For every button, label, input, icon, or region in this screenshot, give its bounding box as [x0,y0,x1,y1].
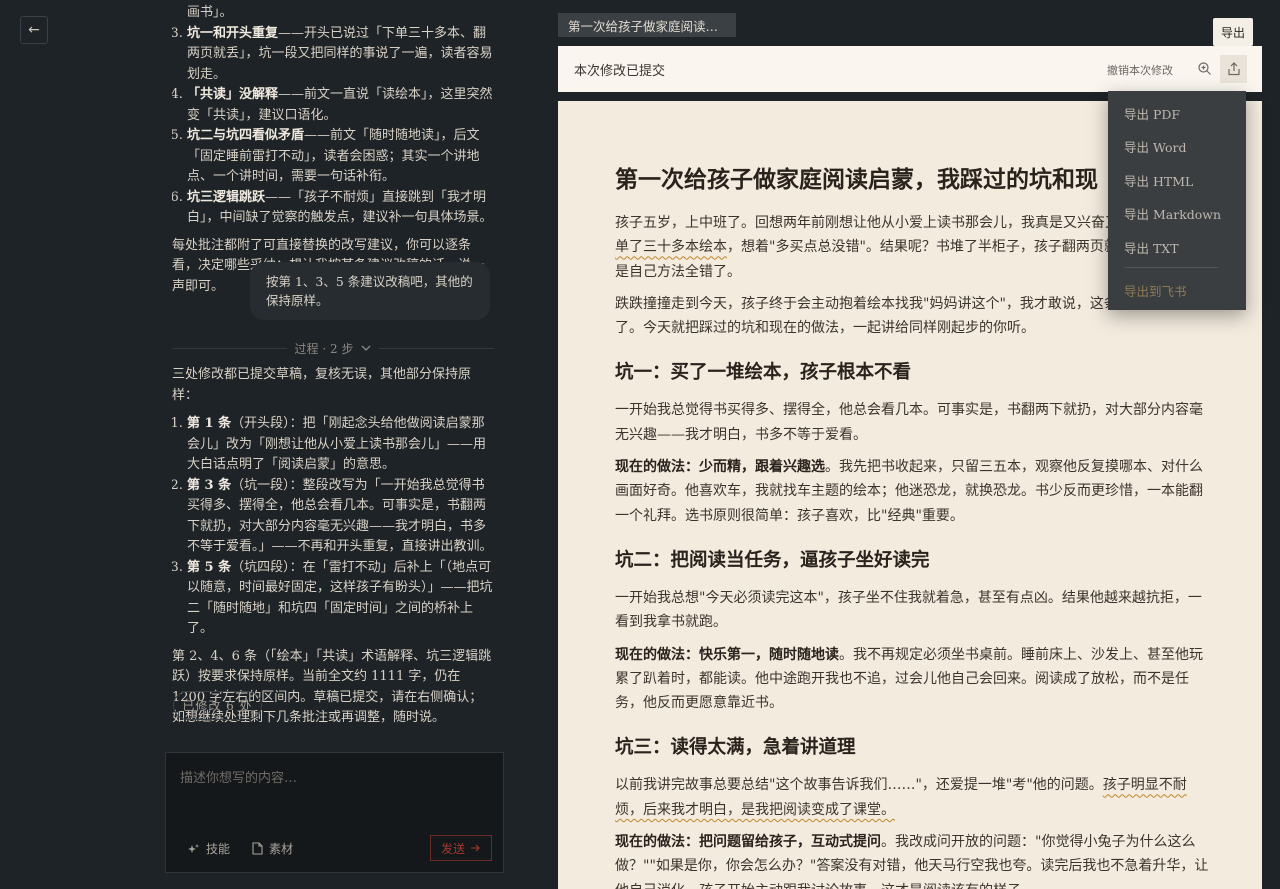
list-item: 坑一和开头重复——开头已说过「下单三十多本、翻两页就丢」，坑一段又把同样的事说了… [187,24,494,86]
export-feishu-item[interactable]: 导出到飞书 [1124,281,1187,300]
back-button[interactable]: ← [20,16,48,44]
paragraph: 现在的做法：把问题留给孩子，互动式提问。我改成问开放的问题："你觉得小兔子为什么… [615,834,1209,889]
document-tab[interactable]: 第一次给孩子做家庭阅读启… [558,13,736,37]
list-item: 坑三逻辑跳跃——「孩子不耐烦」直接跳到「我才明白」，中间缺了觉察的触发点，建议补… [187,188,494,229]
list-item: 「共读」没解释——前文一直说「读绘本」，这里突然变「共读」，建议口语化。 [187,85,494,126]
submit-status: 本次修改已提交 [574,64,666,79]
menu-divider [1124,267,1218,268]
export-pdf-item[interactable]: 导出 PDF [1124,104,1180,123]
send-button[interactable]: 发送 [430,835,492,861]
materials-button[interactable]: 素材 [252,840,293,857]
paragraph: 现在的做法：少而精，跟着兴趣选。我先把书收起来，只留三五本，观察他反复摸哪本、对… [615,459,1203,524]
paragraph: 以前我讲完故事总要总结"这个故事告诉我们……"，还爱提一堆"考"他的问题。孩子明… [615,777,1187,818]
composer-input[interactable]: 描述你想写的内容… [180,767,297,786]
paragraph: 一开始我总觉得书买得多、摆得全，他总会看几本。可事实是，书翻两下就扔，对大部分内… [615,402,1203,443]
export-word-item[interactable]: 导出 Word [1124,137,1186,156]
skills-button[interactable]: 技能 [188,840,230,857]
list-item: 第 5 条（坑四段）：在「雷打不动」后补上「（地点可以随意，时间最好固定，这样孩… [187,558,494,640]
arrow-left-icon: ← [28,22,40,38]
section-heading: 坑一：买了一堆绘本，孩子根本不看 [615,362,912,384]
user-message-bubble: 按第 1、3、5 条建议改稿吧，其他的保持原样。 [250,262,490,320]
divider [172,347,287,349]
change-list: 第 1 条（开头段）：把「刚起念头给他做阅读启蒙那会儿」改为「刚想让他从小爱上读… [172,414,494,640]
list-item: 第 1 条（开头段）：把「刚起念头给他做阅读启蒙那会儿」改为「刚想让他从小爱上读… [187,414,494,476]
export-html-item[interactable]: 导出 HTML [1124,171,1193,190]
modified-count-badge[interactable]: 已修改 6 处 [173,691,262,720]
zoom-in-icon[interactable] [1196,60,1214,78]
list-item: 坑二与坑四看似矛盾——前文「随时随地读」，后文「固定睡前雷打不动」，读者会困惑；… [187,126,494,188]
paragraph: 现在的做法：快乐第一，随时随地读。我不再规定必须坐书桌前。睡前床上、沙发上、甚至… [615,646,1203,712]
comment-highlight[interactable]: 单了三十多本绘本 [615,239,727,255]
process-toggle[interactable]: 过程 · 2 步 [172,339,494,357]
section-heading: 坑二：把阅读当任务，逼孩子坐好读完 [615,549,930,571]
composer: 描述你想写的内容… 技能 素材 发送 [165,752,504,873]
export-tooltip: 导出 [1213,18,1253,51]
sparkle-icon [188,843,199,853]
export-menu: 导出 PDF 导出 Word 导出 HTML 导出 Markdown 导出 TX… [1108,91,1246,310]
export-button[interactable] [1220,55,1247,83]
chat-fragment: 画书」。 [187,5,233,20]
document-toolbar: 本次修改已提交 撤销本次修改 [558,46,1262,92]
list-item: 第 3 条（坑一段）：整段改写为「一开始我总觉得书买得多、摆得全，他总会看几本。… [187,476,494,558]
process-label: 过程 · 2 步 [294,341,354,356]
export-txt-item[interactable]: 导出 TXT [1124,238,1179,257]
section-heading: 坑三：读得太满，急着讲道理 [615,737,856,759]
arrow-right-icon [471,844,480,852]
assistant-message: 三处修改都已提交草稿，复核无误，其他部分保持原样： [172,367,472,403]
file-icon [252,842,263,855]
export-markdown-item[interactable]: 导出 Markdown [1124,204,1221,223]
share-icon [1227,62,1240,76]
divider [379,347,494,349]
paragraph: 一开始我总想"今天必须读完这本"，孩子坐不住我就着急，甚至有点凶。结果他越来越抗… [615,589,1202,631]
chat-panel: 画书」。 坑一和开头重复——开头已说过「下单三十多本、翻两页就丢」，坑一段又把同… [172,0,494,730]
annotation-list: 坑一和开头重复——开头已说过「下单三十多本、翻两页就丢」，坑一段又把同样的事说了… [172,24,494,229]
revert-button[interactable]: 撤销本次修改 [1107,62,1173,78]
chevron-down-icon [361,345,371,351]
